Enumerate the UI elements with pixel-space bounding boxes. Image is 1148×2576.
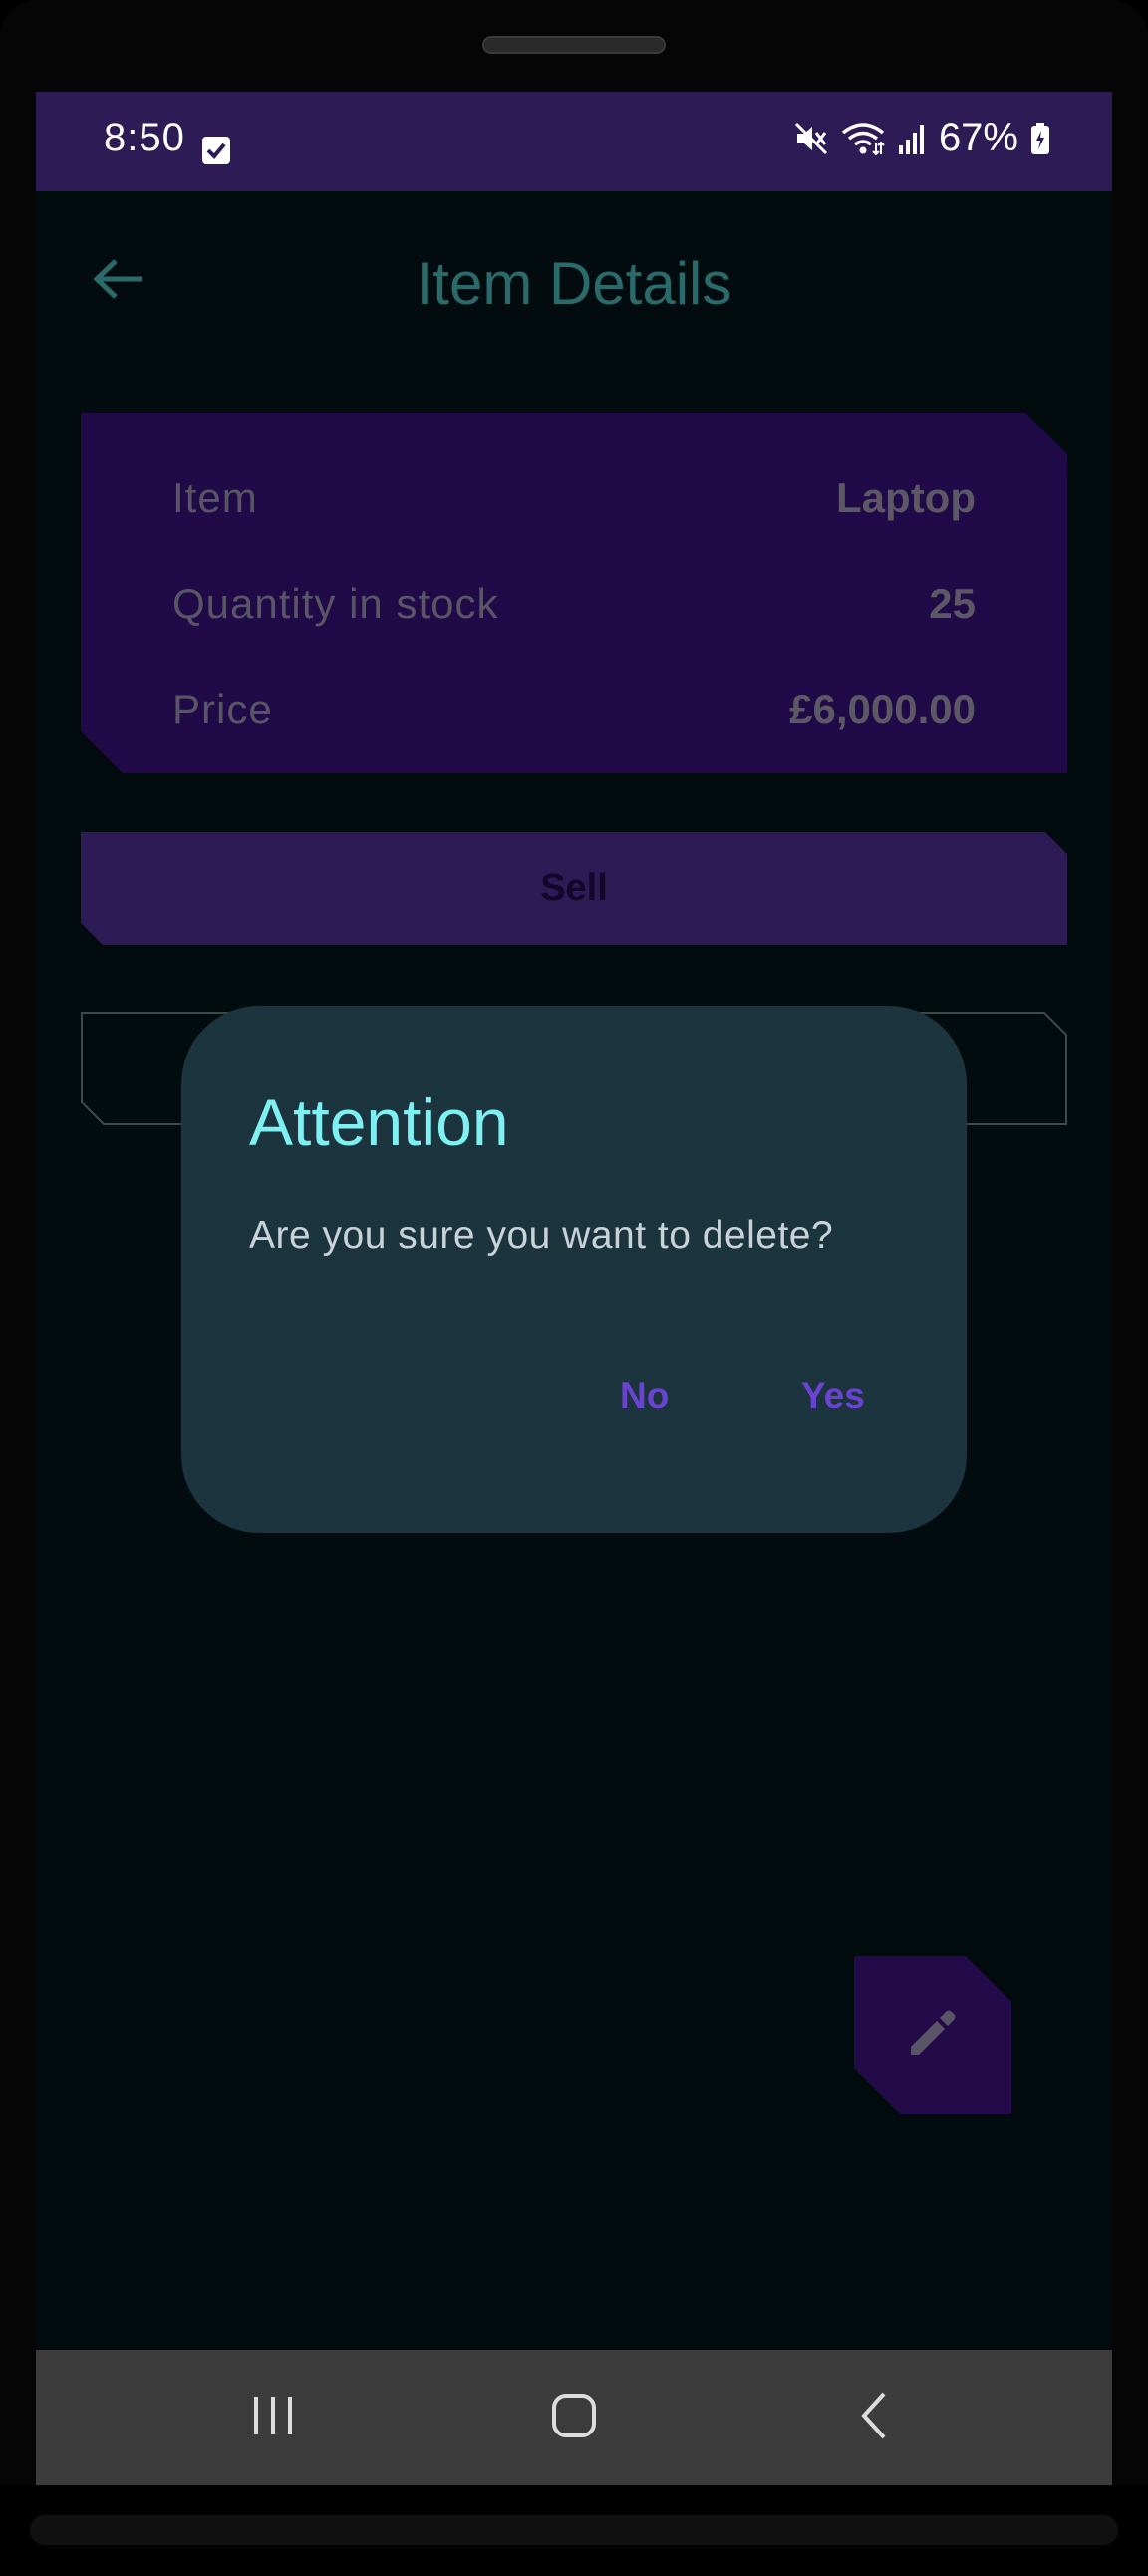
wifi-icon (841, 121, 885, 156)
checkbox-icon (201, 136, 231, 165)
recent-apps-icon (250, 2393, 296, 2443)
recent-apps-button[interactable] (243, 2388, 303, 2447)
sell-button[interactable]: Sell (81, 832, 1067, 945)
no-button[interactable]: No (604, 1367, 685, 1425)
price-row: Price £6,000.00 (172, 686, 976, 733)
dialog-title: Attention (249, 1085, 509, 1159)
item-row: Item Laptop (172, 474, 976, 522)
battery-icon (1030, 122, 1050, 155)
home-button[interactable] (544, 2388, 604, 2447)
bottom-edge (30, 2515, 1118, 2545)
earpiece-speaker (482, 36, 666, 54)
status-bar: 8:50 67% (36, 92, 1112, 191)
edit-pencil-icon (905, 2005, 961, 2066)
phone-frame: 8:50 67% Item Details Item Laptop Quanti… (0, 0, 1148, 2576)
quantity-value: 25 (929, 580, 976, 627)
battery-percent: 67% (938, 116, 1018, 159)
delete-confirm-dialog: Attention Are you sure you want to delet… (181, 1006, 967, 1533)
item-details-card: Item Laptop Quantity in stock 25 Price £… (81, 413, 1067, 773)
item-label: Item (172, 474, 258, 521)
price-value: £6,000.00 (789, 686, 976, 732)
price-label: Price (172, 686, 273, 732)
system-nav-bar (36, 2350, 1112, 2485)
dialog-message: Are you sure you want to delete? (249, 1214, 834, 1257)
quantity-row: Quantity in stock 25 (172, 580, 976, 628)
mute-icon (793, 121, 829, 156)
status-icons: 67% (793, 116, 1050, 160)
app-bar: Item Details (36, 191, 1112, 371)
chevron-back-icon (852, 2391, 898, 2445)
nav-back-button[interactable] (845, 2388, 905, 2447)
page-title: Item Details (416, 250, 732, 317)
status-time: 8:50 (104, 116, 185, 159)
signal-icon (897, 122, 927, 155)
screen: 8:50 67% Item Details Item Laptop Quanti… (36, 92, 1112, 2485)
home-icon (551, 2393, 597, 2443)
yes-button[interactable]: Yes (785, 1367, 881, 1425)
edit-fab[interactable] (854, 1956, 1011, 2114)
quantity-label: Quantity in stock (172, 580, 499, 627)
item-value: Laptop (836, 474, 976, 521)
